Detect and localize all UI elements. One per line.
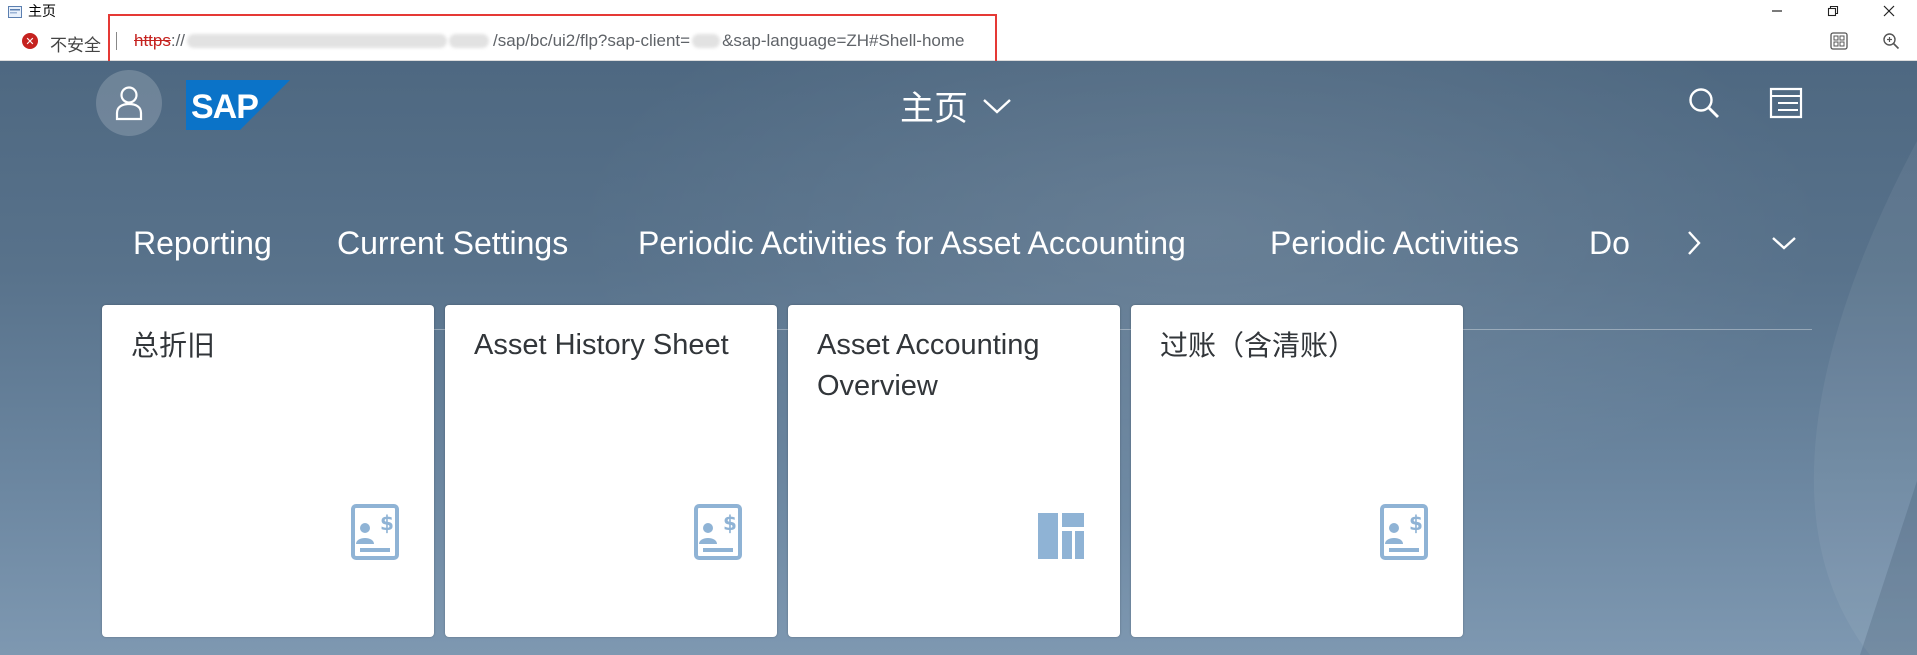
- close-icon: [1883, 5, 1895, 17]
- zoom-button[interactable]: [1865, 22, 1917, 60]
- url-query: &sap-language=ZH#Shell-home: [722, 31, 965, 50]
- tile-asset-history-sheet[interactable]: Asset History Sheet $: [445, 305, 777, 637]
- svg-text:$: $: [723, 511, 737, 535]
- window-title: 主页: [28, 3, 56, 19]
- redacted-host: [187, 34, 448, 48]
- tab-documents[interactable]: Do: [1589, 225, 1630, 262]
- svg-text:$: $: [380, 511, 394, 535]
- redacted-client: [692, 34, 721, 48]
- report-icon: $: [351, 504, 399, 560]
- address-separator: [116, 32, 117, 50]
- avatar-icon: [115, 86, 143, 121]
- app-icon: [8, 5, 22, 18]
- window-titlebar: 主页: [0, 0, 1917, 22]
- redacted-port: [449, 34, 490, 48]
- home-title-button[interactable]: 主页: [900, 81, 1012, 130]
- svg-text:$: $: [1409, 511, 1423, 535]
- minimize-icon: [1772, 10, 1782, 12]
- tabs-overflow-button[interactable]: [1764, 223, 1804, 263]
- not-secure-icon[interactable]: ✕: [22, 33, 38, 49]
- restore-button[interactable]: [1805, 0, 1861, 22]
- tab-periodic-activities-asset-accounting[interactable]: Periodic Activities for Asset Accounting: [638, 225, 1186, 262]
- url-scheme-separator: ://: [170, 31, 186, 50]
- report-icon: $: [694, 504, 742, 560]
- fiori-launchpad: SAP 主页 Reporting Current Settings Period…: [0, 61, 1917, 655]
- url-scheme: https: [134, 31, 171, 50]
- url-path: /sap/bc/ui2/flp?sap-client=: [493, 31, 691, 50]
- tile-title: Asset History Sheet: [474, 329, 729, 361]
- notifications-icon: [1769, 87, 1803, 119]
- chevron-down-icon: [1772, 237, 1796, 250]
- tab-strip: Reporting Current Settings Periodic Acti…: [102, 201, 1642, 281]
- app-grid-button[interactable]: [1813, 22, 1865, 60]
- search-icon: [1689, 88, 1719, 118]
- user-avatar-button[interactable]: [96, 70, 162, 136]
- tile-title: Asset Accounting Overview: [817, 329, 1040, 402]
- chevron-down-icon: [983, 98, 1011, 114]
- url-field[interactable]: https :// /sap/bc/ui2/flp?sap-client= &s…: [134, 31, 964, 51]
- report-icon: $: [1380, 504, 1428, 560]
- tab-periodic-activities[interactable]: Periodic Activities: [1270, 225, 1519, 262]
- tile-total-depreciation[interactable]: 总折旧 $: [102, 305, 434, 637]
- chevron-right-icon: [1688, 231, 1701, 255]
- sap-logo-text: SAP: [191, 88, 258, 126]
- tile-title: 过账（含清账）: [1160, 329, 1357, 362]
- security-label[interactable]: 不安全: [50, 31, 101, 56]
- address-bar: ✕ 不安全 https :// /sap/bc/ui2/flp?sap-clie…: [0, 22, 1917, 61]
- tab-reporting[interactable]: Reporting: [133, 225, 272, 262]
- overview-icon: [1038, 513, 1084, 559]
- sap-logo[interactable]: SAP: [186, 80, 290, 130]
- zoom-icon: [1883, 33, 1900, 50]
- tile-post-with-clearing[interactable]: 过账（含清账） $: [1131, 305, 1463, 637]
- minimize-button[interactable]: [1749, 0, 1805, 22]
- notifications-button[interactable]: [1766, 83, 1806, 123]
- tile-asset-accounting-overview[interactable]: Asset Accounting Overview: [788, 305, 1120, 637]
- close-button[interactable]: [1861, 0, 1917, 22]
- tab-current-settings[interactable]: Current Settings: [337, 225, 568, 262]
- tabs-scroll-right-button[interactable]: [1674, 223, 1714, 263]
- search-button[interactable]: [1684, 83, 1724, 123]
- app-grid-icon: [1830, 32, 1848, 50]
- tile-title: 总折旧: [131, 329, 216, 362]
- restore-icon: [1827, 5, 1839, 17]
- page-title: 主页: [900, 89, 968, 129]
